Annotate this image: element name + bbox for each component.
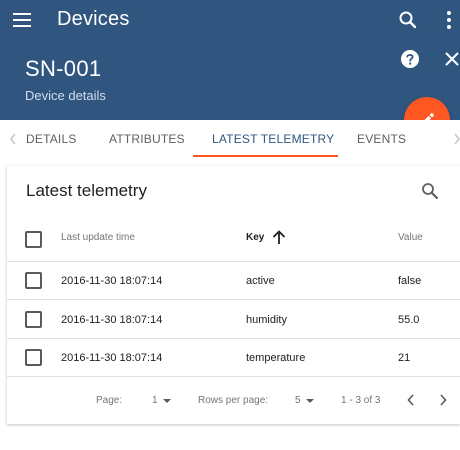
previous-page-icon[interactable] (405, 392, 417, 408)
close-icon[interactable] (443, 50, 460, 68)
table-header: Last update time Key Value (7, 216, 460, 262)
tab-events[interactable]: EVENTS (357, 120, 406, 158)
tab-bar: DETAILS ATTRIBUTES LATEST TELEMETRY EVEN… (0, 120, 460, 158)
tab-attributes[interactable]: ATTRIBUTES (109, 120, 185, 158)
cell-time: 2016-11-30 18:07:14 (61, 352, 163, 364)
cell-key: temperature (246, 352, 306, 364)
telemetry-card: Latest telemetry Last update time Key Va… (7, 166, 460, 424)
device-name: SN-001 (25, 56, 102, 81)
cell-key: active (246, 275, 275, 287)
cell-key: humidity (246, 314, 287, 326)
select-all-checkbox[interactable] (25, 231, 42, 248)
chevron-down-icon[interactable] (163, 399, 171, 403)
table-row[interactable]: 2016-11-30 18:07:14 humidity 55.0 (7, 301, 460, 339)
search-icon[interactable] (397, 9, 419, 31)
cell-time: 2016-11-30 18:07:14 (61, 314, 163, 326)
rows-per-page-select[interactable]: 5 (295, 395, 301, 406)
chevron-right-icon[interactable] (452, 132, 460, 146)
column-header-key[interactable]: Key (246, 232, 264, 243)
more-vert-icon[interactable] (441, 9, 457, 31)
next-page-icon[interactable] (437, 392, 449, 408)
page-label: Page: (96, 395, 123, 406)
page-range: 1 - 3 of 3 (341, 395, 381, 406)
column-header-value[interactable]: Value (398, 232, 423, 243)
pagination: Page: 1 Rows per page: 5 1 - 3 of 3 (7, 378, 460, 422)
cell-value: false (398, 275, 422, 287)
chevron-down-icon[interactable] (306, 399, 314, 403)
cell-time: 2016-11-30 18:07:14 (61, 275, 163, 287)
cell-value: 55.0 (398, 314, 420, 326)
row-checkbox[interactable] (25, 311, 42, 328)
tab-details[interactable]: DETAILS (26, 120, 77, 158)
table-row[interactable]: 2016-11-30 18:07:14 active false (7, 262, 460, 300)
app-toolbar: Devices (0, 0, 460, 40)
rows-per-page-label: Rows per page: (198, 395, 269, 406)
row-checkbox[interactable] (25, 349, 42, 366)
table-row[interactable]: 2016-11-30 18:07:14 temperature 21 (7, 339, 460, 377)
card-title: Latest telemetry (26, 181, 147, 200)
help-icon[interactable] (400, 49, 420, 69)
tab-latest-telemetry[interactable]: LATEST TELEMETRY (212, 120, 334, 158)
search-icon[interactable] (421, 182, 439, 200)
device-header: SN-001 Device details (0, 40, 460, 120)
row-checkbox[interactable] (25, 272, 42, 289)
page-title: Devices (57, 8, 130, 30)
active-tab-indicator (193, 155, 338, 157)
device-subtitle: Device details (25, 88, 106, 103)
page-select[interactable]: 1 (152, 395, 158, 406)
cell-value: 21 (398, 352, 411, 364)
sort-arrow-up-icon[interactable] (272, 229, 286, 245)
chevron-left-icon[interactable] (8, 132, 18, 146)
menu-icon[interactable] (12, 11, 32, 29)
column-header-last-update-time[interactable]: Last update time (61, 232, 135, 243)
